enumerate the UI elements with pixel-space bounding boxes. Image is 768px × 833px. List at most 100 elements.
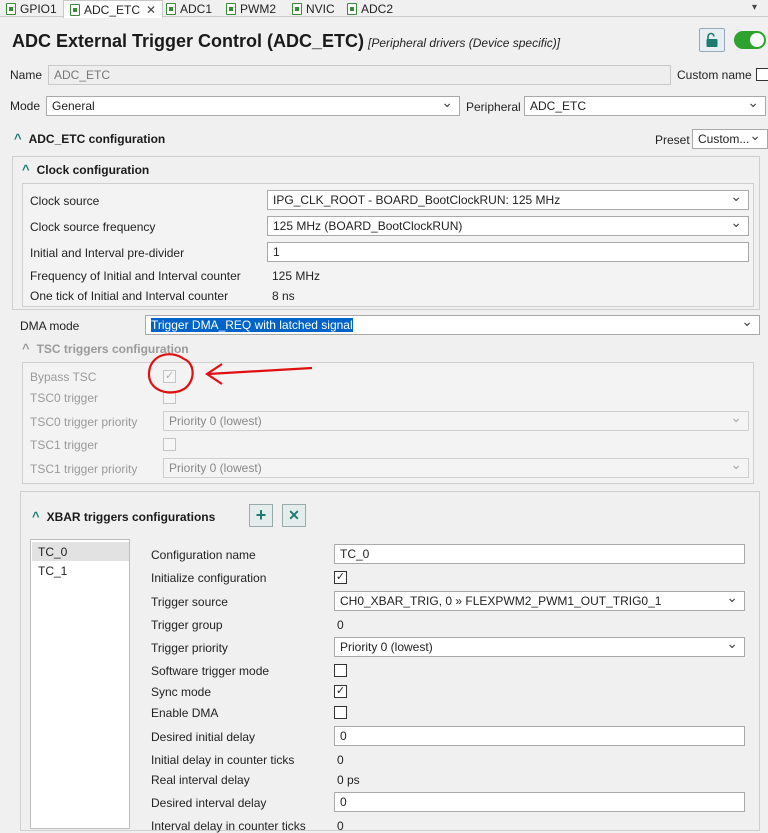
unlock-icon [706,32,718,47]
config-name-input[interactable]: TC_0 [334,544,745,564]
tab-pwm2[interactable]: PWM2 [226,0,276,17]
xbar-config-panel [20,491,760,831]
interval-delay-ticks-label: Interval delay in counter ticks [151,819,306,833]
tsc1-priority-select: Priority 0 (lowest) [163,458,749,478]
desired-initial-delay-label: Desired initial delay [151,730,256,744]
dma-mode-selected-text: Trigger DMA_REQ with latched signal [151,318,353,332]
peripheral-icon [347,2,357,15]
tsc1-trigger-checkbox [163,438,176,451]
dma-mode-select[interactable]: Trigger DMA_REQ with latched signal [145,315,760,335]
mode-select[interactable]: General [46,96,460,116]
name-field: ADC_ETC [48,65,671,85]
trigger-source-label: Trigger source [151,595,228,609]
annotation-circle [147,353,194,394]
tab-label: NVIC [306,1,335,16]
tab-gpio1[interactable]: GPIO1 [6,0,57,17]
prediv-label: Initial and Interval pre-divider [30,246,185,260]
clock-frequency-select[interactable]: 125 MHz (BOARD_BootClockRUN) [267,216,749,236]
tsc0-trigger-label: TSC0 trigger [30,391,99,405]
software-trigger-checkbox[interactable] [334,664,347,677]
enable-dma-label: Enable DMA [151,706,219,720]
adc-etc-config-header[interactable]: ^ ADC_ETC configuration [14,131,165,146]
collapse-chevron-icon: ^ [32,509,40,524]
collapse-chevron-icon: ^ [22,162,30,177]
editor-tab-bar: GPIO1 ADC_ETC ✕ ADC1 PWM2 NVIC ADC2 ▾ [0,0,768,18]
desired-interval-delay-input[interactable]: 0 [334,792,745,812]
peripheral-select[interactable]: ADC_ETC [524,96,766,116]
close-tab-icon[interactable]: ✕ [146,3,156,17]
counter-frequency-value: 125 MHz [272,269,321,283]
initial-delay-ticks-value: 0 [337,753,344,767]
custom-name-checkbox[interactable] [756,68,768,81]
tab-adc1[interactable]: ADC1 [166,0,212,17]
collapse-chevron-icon: ^ [14,131,22,146]
enable-dma-checkbox[interactable] [334,706,347,719]
sync-mode-label: Sync mode [151,685,212,699]
trigger-priority-select[interactable]: Priority 0 (lowest) [334,637,745,657]
annotation-overlay [147,353,313,394]
tab-adc-etc[interactable]: ADC_ETC ✕ [63,0,164,18]
section-title: XBAR triggers configurations [46,509,216,524]
initial-delay-ticks-label: Initial delay in counter ticks [151,753,295,767]
plus-icon: + [255,505,267,525]
remove-config-button[interactable]: ✕ [282,504,306,527]
section-title: Clock configuration [36,162,150,177]
clock-source-label: Clock source [30,194,100,208]
mode-label: Mode [10,99,41,113]
interval-delay-ticks-value: 0 [337,819,344,833]
tsc0-priority-select: Priority 0 (lowest) [163,411,749,431]
preset-select[interactable]: Custom... [692,129,768,149]
software-trigger-label: Software trigger mode [151,664,270,678]
annotation-arrow-shaft [207,366,313,376]
prediv-input[interactable]: 1 [267,242,749,262]
peripheral-label: Peripheral [466,100,521,114]
real-interval-delay-label: Real interval delay [151,773,250,787]
clock-config-header[interactable]: ^ Clock configuration [22,162,149,177]
tab-label: ADC1 [180,1,213,16]
sync-mode-checkbox[interactable]: ✓ [334,685,347,698]
desired-initial-delay-input[interactable]: 0 [334,726,745,746]
counter-tick-value: 8 ns [272,289,295,303]
custom-name-label: Custom name [677,68,752,82]
tab-nvic[interactable]: NVIC [292,0,335,17]
real-interval-delay-value: 0 ps [337,773,360,787]
clock-frequency-label: Clock source frequency [30,220,156,234]
tab-adc2[interactable]: ADC2 [347,0,393,17]
name-label: Name [10,68,43,82]
preset-label: Preset [655,133,690,147]
peripheral-icon [166,2,176,15]
xbar-config-header[interactable]: ^ XBAR triggers configurations [32,509,215,524]
counter-tick-label: One tick of Initial and Interval counter [30,289,229,303]
tab-label: ADC2 [361,1,394,16]
dma-mode-label: DMA mode [20,319,80,333]
tsc1-trigger-label: TSC1 trigger [30,438,99,452]
desired-interval-delay-label: Desired interval delay [151,796,267,810]
enable-toggle[interactable] [734,31,766,49]
bypass-tsc-label: Bypass TSC [30,370,97,384]
tsc1-priority-label: TSC1 trigger priority [30,462,138,476]
xbar-config-list[interactable]: TC_0 TC_1 [30,539,130,829]
list-item[interactable]: TC_0 [32,542,129,561]
trigger-priority-label: Trigger priority [151,641,228,655]
trigger-group-value: 0 [337,618,344,632]
tab-label: ADC_ETC [84,2,141,17]
add-config-button[interactable]: + [249,504,273,527]
peripheral-icon [70,3,80,16]
init-config-label: Initialize configuration [151,571,267,585]
page-title-text: ADC External Trigger Control (ADC_ETC) [12,31,365,51]
init-config-checkbox[interactable]: ✓ [334,571,347,584]
peripheral-icon [6,2,16,15]
tab-label: GPIO1 [20,1,57,16]
trigger-source-select[interactable]: CH0_XBAR_TRIG, 0 » FLEXPWM2_PWM1_OUT_TRI… [334,591,745,611]
counter-frequency-label: Frequency of Initial and Interval counte… [30,269,241,283]
config-name-label: Configuration name [151,548,256,562]
tab-label: PWM2 [240,1,276,16]
unlock-button[interactable] [699,28,725,52]
tab-overflow-icon[interactable]: ▾ [752,2,757,13]
page-title: ADC External Trigger Control (ADC_ETC) [P… [12,31,560,52]
trigger-group-label: Trigger group [151,618,223,632]
peripheral-icon [292,2,302,15]
clock-source-select[interactable]: IPG_CLK_ROOT - BOARD_BootClockRUN: 125 M… [267,190,749,210]
list-item[interactable]: TC_1 [32,561,129,580]
close-icon: ✕ [288,507,300,523]
